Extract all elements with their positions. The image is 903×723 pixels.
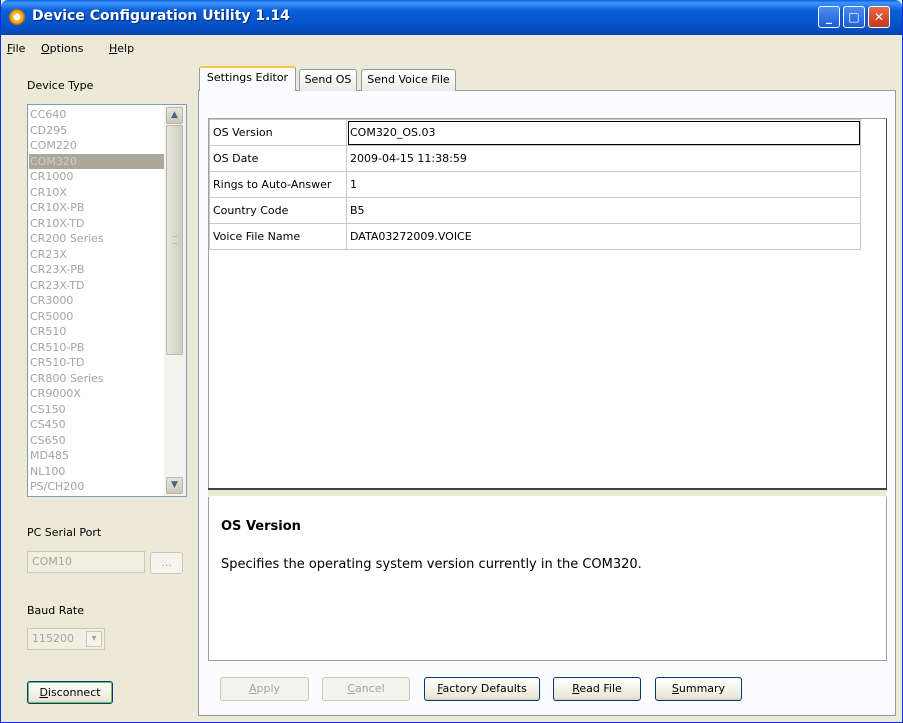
list-item[interactable]: CD295 xyxy=(29,123,164,139)
setting-value[interactable]: 2009-04-15 11:38:59 xyxy=(346,145,861,172)
scroll-grip-icon xyxy=(172,236,178,244)
menu-options[interactable]: Options xyxy=(41,42,83,55)
list-item[interactable]: CR10X xyxy=(29,185,164,201)
summary-mnemonic: S xyxy=(671,682,679,695)
list-item[interactable]: CS150 xyxy=(29,402,164,418)
apply-mnemonic: A xyxy=(248,682,257,695)
serial-port-label: PC Serial Port xyxy=(27,526,102,539)
list-item[interactable]: PS/CH200 xyxy=(29,479,164,495)
list-item[interactable]: CS450 xyxy=(29,417,164,433)
list-item[interactable]: CR9000X xyxy=(29,386,164,402)
device-type-list[interactable]: CC640 CD295 COM220 COM320 CR1000 CR10X CR10X-P… xyxy=(27,104,187,497)
menu-help[interactable]: Help xyxy=(109,42,134,55)
minimize-button[interactable]: _ xyxy=(818,6,840,28)
setting-value[interactable]: COM320_OS.03 xyxy=(346,119,861,146)
setting-name: Rings to Auto-Answer xyxy=(209,171,347,198)
tab-settings-editor[interactable]: Settings Editor xyxy=(199,66,296,91)
help-description: Specifies the operating system version c… xyxy=(221,557,642,572)
list-item[interactable]: COM320 xyxy=(29,153,164,169)
table-row[interactable]: Voice File Name DATA03272009.VOICE xyxy=(209,223,861,250)
list-item[interactable]: CR800 Series xyxy=(29,371,164,387)
list-item[interactable]: CR510-PB xyxy=(29,340,164,356)
maximize-button[interactable]: □ xyxy=(843,6,865,28)
table-row[interactable]: Country Code B5 xyxy=(209,197,861,224)
device-list-scrollbar[interactable]: ▲ ▼ xyxy=(164,105,186,496)
close-button[interactable]: ✕ xyxy=(868,6,890,28)
apply-rest: pply xyxy=(256,682,281,695)
setting-value[interactable]: B5 xyxy=(346,197,861,224)
table-row[interactable]: OS Version COM320_OS.03 xyxy=(209,119,861,146)
list-item[interactable]: CR1000 xyxy=(29,169,164,185)
list-item[interactable]: COM220 xyxy=(29,138,164,154)
setting-value[interactable]: 1 xyxy=(346,171,861,198)
list-item[interactable]: CS650 xyxy=(29,433,164,449)
app-window: Device Configuration Utility 1.14 _ □ ✕ … xyxy=(0,0,903,723)
baud-rate-label: Baud Rate xyxy=(27,604,84,617)
read-file-rest: ead File xyxy=(579,682,622,695)
list-item[interactable]: CR23X-TD xyxy=(29,278,164,294)
summary-rest: ummary xyxy=(678,682,726,695)
device-type-label: Device Type xyxy=(27,79,94,92)
setting-name: Country Code xyxy=(209,197,347,224)
menu-file[interactable]: File xyxy=(7,42,25,55)
app-icon xyxy=(9,9,25,25)
property-grid[interactable]: OS Version COM320_OS.03 OS Date 2009-04-15 … xyxy=(208,118,887,488)
disconnect-mnemonic: D xyxy=(39,686,48,699)
settings-table: OS Version COM320_OS.03 OS Date 2009-04-15 … xyxy=(209,119,861,250)
setting-name: Voice File Name xyxy=(209,223,347,250)
title-bar[interactable]: Device Configuration Utility 1.14 _ □ ✕ xyxy=(1,0,902,35)
list-item[interactable]: CR510-TD xyxy=(29,355,164,371)
list-item[interactable]: CR3000 xyxy=(29,293,164,309)
device-items: CC640 CD295 COM220 COM320 CR1000 CR10X CR10X-P… xyxy=(29,107,164,495)
setting-name: OS Version xyxy=(209,119,347,146)
list-item[interactable]: CR510 xyxy=(29,324,164,340)
serial-port-field[interactable]: COM10 xyxy=(27,551,145,573)
table-row[interactable]: Rings to Auto-Answer 1 xyxy=(209,171,861,198)
chevron-down-icon[interactable]: ▾ xyxy=(86,631,102,647)
list-item[interactable]: CR10X-PB xyxy=(29,200,164,216)
list-item[interactable]: CR23X xyxy=(29,247,164,263)
list-item[interactable]: CR10X-TD xyxy=(29,216,164,232)
browse-button[interactable]: ... xyxy=(150,552,183,574)
baud-rate-value: 115200 xyxy=(32,632,74,645)
list-item[interactable]: CR200 Series xyxy=(29,231,164,247)
menu-options-mnemonic: O xyxy=(41,42,50,55)
cancel-button[interactable]: Cancel xyxy=(322,677,410,701)
menu-file-rest: ile xyxy=(12,42,26,55)
disconnect-button[interactable]: Disconnect xyxy=(27,681,113,704)
list-item[interactable]: CR23X-PB xyxy=(29,262,164,278)
panel-splitter[interactable] xyxy=(208,488,887,497)
setting-value[interactable]: DATA03272009.VOICE xyxy=(346,223,861,250)
cancel-mnemonic: C xyxy=(347,682,356,695)
tab-send-os[interactable]: Send OS xyxy=(299,69,357,91)
list-item[interactable]: CC640 xyxy=(29,107,164,123)
disconnect-rest: isconnect xyxy=(47,686,101,699)
read-file-button[interactable]: Read File xyxy=(553,677,641,701)
factory-defaults-button[interactable]: Factory Defaults xyxy=(424,677,540,701)
scroll-thumb[interactable] xyxy=(166,125,183,355)
baud-rate-select[interactable]: 115200 ▾ xyxy=(27,628,105,650)
list-item[interactable]: NL100 xyxy=(29,464,164,480)
apply-button[interactable]: Apply xyxy=(220,677,309,701)
list-item[interactable]: MD485 xyxy=(29,448,164,464)
help-title: OS Version xyxy=(221,519,301,534)
list-item[interactable]: CR5000 xyxy=(29,309,164,325)
summary-button[interactable]: Summary xyxy=(655,677,742,701)
cancel-rest: ancel xyxy=(355,682,385,695)
help-panel: OS Version Specifies the operating syste… xyxy=(208,497,887,661)
table-row[interactable]: OS Date 2009-04-15 11:38:59 xyxy=(209,145,861,172)
window-title: Device Configuration Utility 1.14 xyxy=(32,8,290,24)
scroll-down-icon[interactable]: ▼ xyxy=(166,477,183,494)
factory-defaults-rest: actory Defaults xyxy=(442,682,527,695)
setting-name: OS Date xyxy=(209,145,347,172)
scroll-up-icon[interactable]: ▲ xyxy=(166,107,183,124)
menu-bar: File Options Help xyxy=(1,38,902,58)
menu-help-rest: elp xyxy=(117,42,135,55)
tab-send-voice-file[interactable]: Send Voice File xyxy=(361,69,456,91)
menu-options-rest: ptions xyxy=(49,42,84,55)
